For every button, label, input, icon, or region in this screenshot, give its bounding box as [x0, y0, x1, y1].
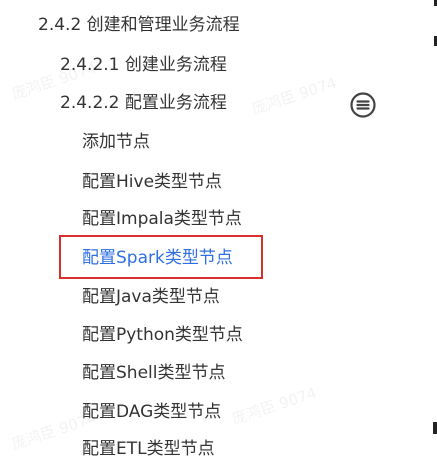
divider [433, 422, 437, 434]
collapse-icon[interactable] [349, 91, 377, 119]
toc-item-impala-node[interactable]: 配置Impala类型节点 [82, 207, 242, 231]
watermark: 庞鸿臣 9074 [249, 73, 339, 119]
toc-item-config-flow[interactable]: 2.4.2.2 配置业务流程 [60, 91, 227, 115]
content-pane-edge [410, 0, 437, 472]
table-of-contents: 庞鸿臣 9074 庞鸿臣 9074 庞鸿臣 9074 庞鸿臣 9074 2.4.… [0, 0, 410, 472]
toc-item-dag-node[interactable]: 配置DAG类型节点 [82, 400, 221, 424]
toc-item-java-node[interactable]: 配置Java类型节点 [82, 285, 220, 309]
toc-item-create-manage-flow[interactable]: 2.4.2 创建和管理业务流程 [38, 13, 240, 37]
active-item-highlight [59, 235, 263, 279]
watermark: 庞鸿臣 9074 [229, 383, 319, 429]
toc-item-hive-node[interactable]: 配置Hive类型节点 [82, 170, 222, 194]
toc-item-shell-node[interactable]: 配置Shell类型节点 [82, 361, 225, 385]
toc-item-create-flow[interactable]: 2.4.2.1 创建业务流程 [60, 53, 227, 77]
toc-item-python-node[interactable]: 配置Python类型节点 [82, 323, 243, 347]
toc-item-etl-node[interactable]: 配置ETL类型节点 [82, 437, 215, 461]
toc-item-add-node[interactable]: 添加节点 [82, 130, 150, 154]
